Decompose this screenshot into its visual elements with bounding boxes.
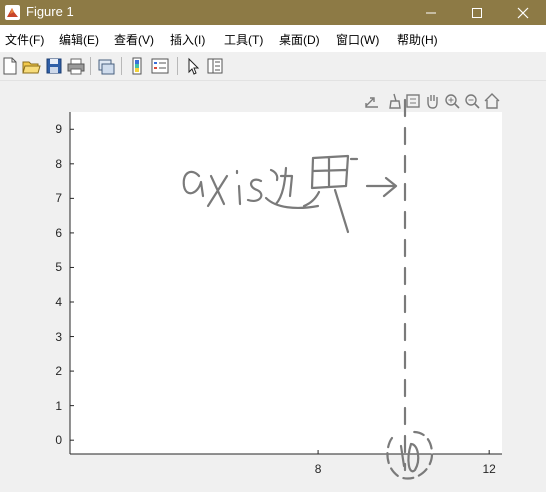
y-tick-label: 6 (55, 225, 62, 240)
y-tick-label: 5 (55, 260, 62, 275)
handwriting-stroke (246, 178, 263, 202)
handwritten-annotation (182, 98, 434, 480)
handwritten-ten (399, 442, 420, 473)
handwriting-stroke (206, 174, 229, 208)
x-tick-label: 8 (314, 462, 322, 476)
y-tick-label: 8 (55, 156, 62, 171)
y-tick-label: 7 (55, 191, 62, 206)
y-tick-label: 0 (55, 433, 62, 448)
handwriting-stroke (235, 169, 242, 206)
y-tick-label: 4 (55, 295, 62, 309)
handwriting-stroke (182, 170, 205, 198)
y-tick-label: 1 (55, 398, 62, 413)
plot-svg (69, 98, 502, 480)
y-tick-label: 9 (55, 122, 62, 137)
x-tick-label: 12 (482, 462, 496, 476)
handwriting-stroke (365, 176, 398, 198)
y-tick-label: 3 (55, 329, 62, 344)
y-tick-label: 2 (55, 364, 62, 379)
handwriting-stroke (302, 154, 359, 234)
